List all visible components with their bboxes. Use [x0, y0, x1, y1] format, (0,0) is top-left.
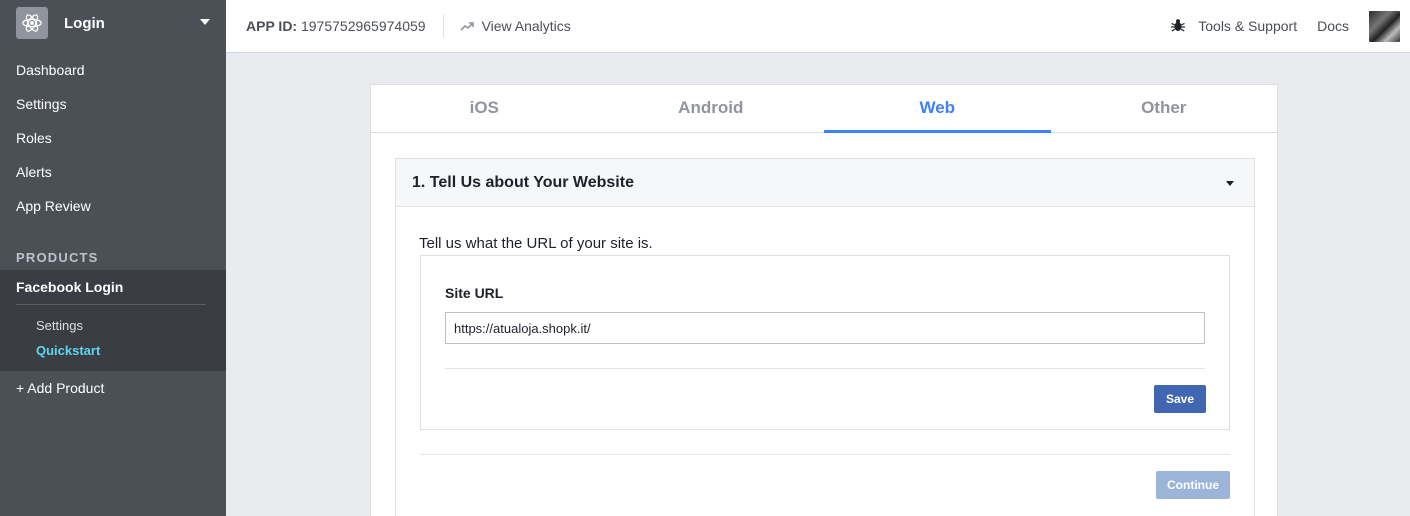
- tab-other[interactable]: Other: [1051, 85, 1278, 132]
- sidebar-item-roles[interactable]: Roles: [0, 121, 226, 155]
- save-button[interactable]: Save: [1154, 385, 1206, 413]
- view-analytics-link[interactable]: View Analytics: [459, 18, 571, 34]
- app-switcher[interactable]: Login: [0, 0, 226, 46]
- site-url-label: Site URL: [445, 285, 504, 301]
- sidebar-item-facebook-login[interactable]: Facebook Login: [0, 270, 226, 304]
- site-url-box: Site URL Save: [420, 255, 1230, 430]
- app-id-value: 1975752965974059: [300, 18, 426, 34]
- continue-button[interactable]: Continue: [1156, 471, 1230, 499]
- app-id: APP ID: 1975752965974059: [246, 18, 426, 34]
- app-name: Login: [64, 14, 105, 32]
- step-title: 1. Tell Us about Your Website: [412, 173, 634, 191]
- sidebar-item-settings[interactable]: Settings: [0, 87, 226, 121]
- docs-link[interactable]: Docs: [1317, 18, 1349, 34]
- step-description: Tell us what the URL of your site is.: [419, 235, 653, 252]
- step-header[interactable]: 1. Tell Us about Your Website: [396, 159, 1254, 207]
- atom-icon: [16, 7, 48, 39]
- sidebar-item-dashboard[interactable]: Dashboard: [0, 53, 226, 87]
- trending-up-icon: [459, 18, 474, 34]
- sidebar-subitem-quickstart[interactable]: Quickstart: [0, 338, 226, 363]
- tools-support-link[interactable]: Tools & Support: [1170, 17, 1297, 36]
- quickstart-card: iOS Android Web Other 1. Tell Us about Y…: [370, 84, 1278, 516]
- divider: [442, 15, 444, 37]
- tab-android[interactable]: Android: [598, 85, 825, 132]
- divider: [445, 368, 1205, 369]
- divider: [16, 304, 206, 305]
- avatar[interactable]: [1369, 10, 1400, 42]
- app-id-label: APP ID:: [246, 18, 298, 34]
- products-section-title: PRODUCTS: [16, 250, 99, 265]
- sidebar-item-app-review[interactable]: App Review: [0, 189, 226, 223]
- view-analytics-label: View Analytics: [481, 18, 571, 34]
- tab-web[interactable]: Web: [824, 85, 1051, 133]
- divider: [420, 454, 1230, 455]
- platform-tabs: iOS Android Web Other: [371, 85, 1277, 133]
- add-product-button[interactable]: + Add Product: [0, 371, 226, 405]
- chevron-down-icon: [200, 19, 210, 25]
- sidebar-subitem-settings[interactable]: Settings: [0, 313, 226, 338]
- bug-icon: [1170, 17, 1186, 36]
- sidebar: Login Dashboard Settings Roles Alerts Ap…: [0, 0, 226, 516]
- step-panel: 1. Tell Us about Your Website Tell us wh…: [395, 158, 1255, 516]
- tools-support-label: Tools & Support: [1198, 18, 1298, 34]
- sidebar-item-alerts[interactable]: Alerts: [0, 155, 226, 189]
- tab-ios[interactable]: iOS: [371, 85, 598, 132]
- top-bar: APP ID: 1975752965974059 View Analytics: [226, 0, 1410, 53]
- caret-down-icon: [1226, 181, 1234, 186]
- site-url-input[interactable]: [445, 312, 1205, 344]
- product-facebook-login: Facebook Login Settings Quickstart: [0, 270, 226, 371]
- top-bar-right: Tools & Support Docs: [1170, 10, 1410, 42]
- sidebar-nav: Dashboard Settings Roles Alerts App Revi…: [0, 53, 226, 223]
